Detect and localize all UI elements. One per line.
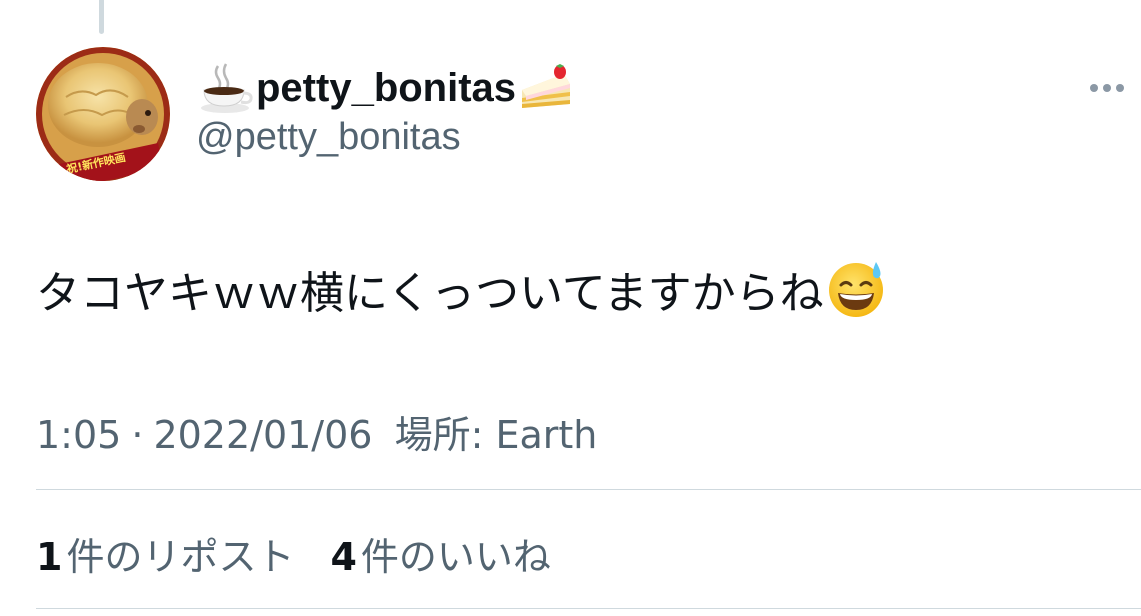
more-options-icon [1116, 84, 1124, 92]
tweet-date[interactable]: 2022/01/06 [153, 413, 372, 457]
reposts-stat[interactable]: 1 件のリポスト [36, 526, 294, 581]
user-info[interactable]: petty_bonitas @petty_bonitas [196, 60, 576, 159]
likes-stat[interactable]: 4 件のいいね [330, 526, 550, 581]
coffee-icon [196, 60, 256, 116]
tweet-location: 場所: Earth [394, 413, 598, 457]
display-name-text: petty_bonitas [256, 65, 517, 110]
likes-count: 4 [330, 535, 357, 579]
tweet-text-content: タコヤキｗｗ横にくっついてますからね [36, 268, 824, 319]
meta-separator: · [131, 413, 144, 457]
more-options-button[interactable] [1083, 76, 1131, 100]
tweet-stats: 1 件のリポスト 4 件のいいね [36, 526, 587, 581]
tweet-meta: 1:05 · 2022/01/06 場所: Earth [36, 404, 597, 459]
divider [36, 608, 1141, 609]
likes-label: 件のいいね [360, 535, 551, 579]
divider [36, 489, 1141, 490]
tweet-text: タコヤキｗｗ横にくっついてますからね [36, 258, 888, 320]
display-name[interactable]: petty_bonitas [196, 60, 576, 116]
user-handle[interactable]: @petty_bonitas [196, 116, 576, 159]
more-options-icon [1090, 84, 1098, 92]
tweet-time[interactable]: 1:05 [36, 413, 121, 457]
thread-connector-line [99, 0, 104, 34]
reposts-count: 1 [36, 535, 63, 579]
more-options-icon [1103, 84, 1111, 92]
reposts-label: 件のリポスト [66, 535, 295, 579]
shortcake-icon [516, 60, 576, 116]
grinning-face-with-sweat-icon [826, 258, 888, 320]
avatar[interactable]: 祝!新作映画 [36, 47, 170, 181]
